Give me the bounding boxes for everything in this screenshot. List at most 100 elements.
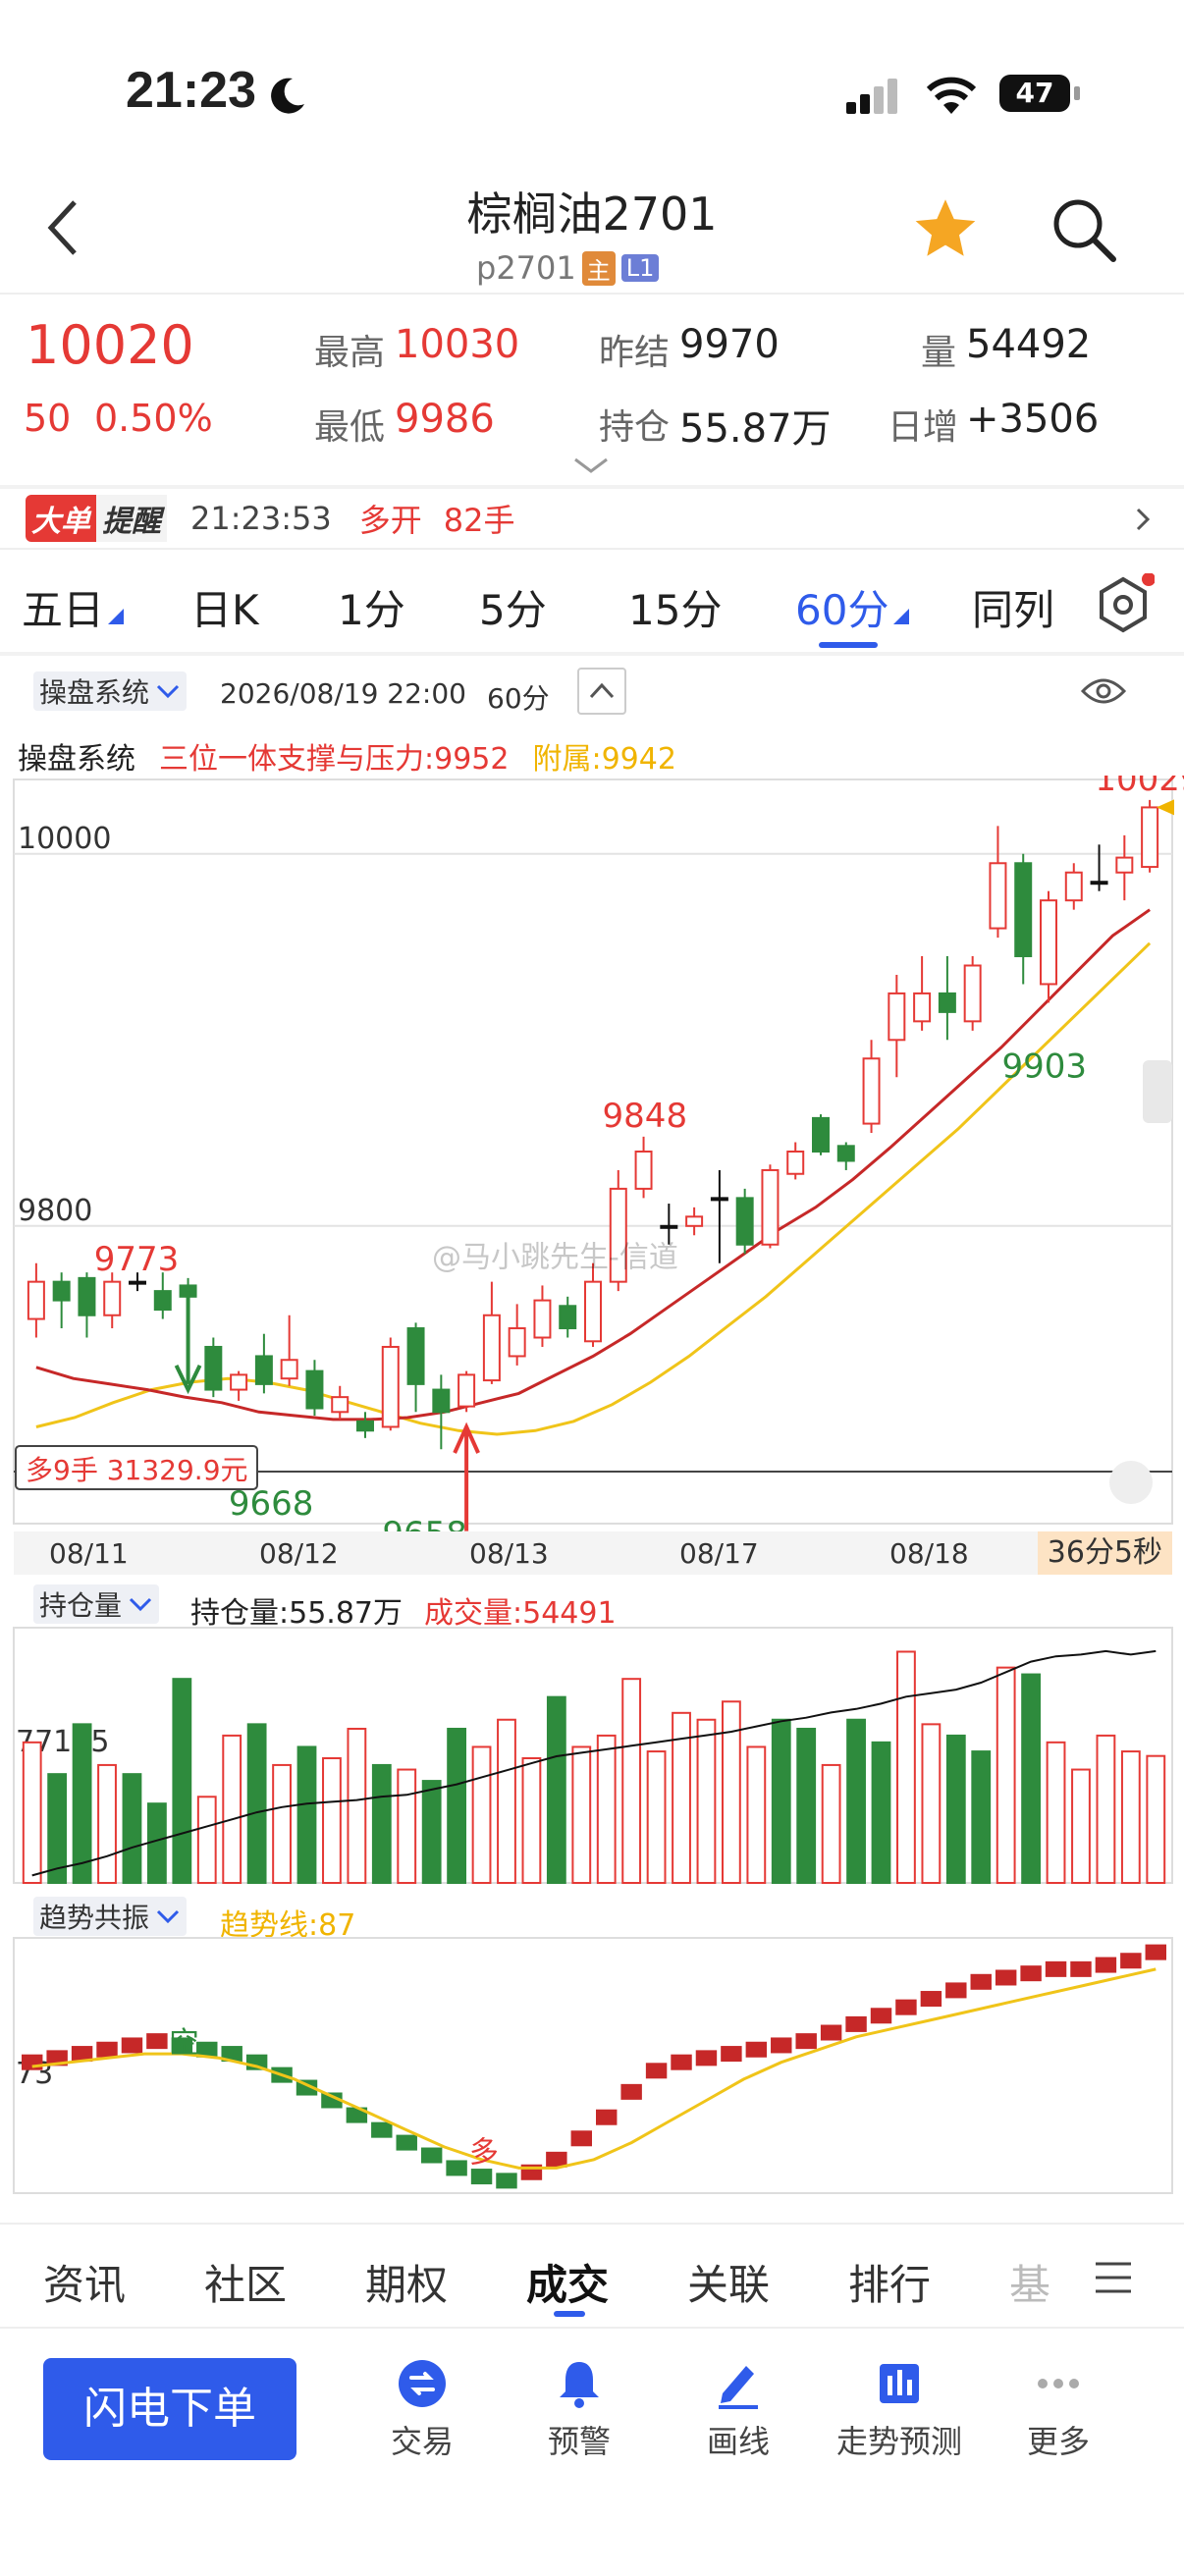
- tab-active-underline: [819, 642, 878, 648]
- flash-order-button[interactable]: 闪电下单: [43, 2358, 296, 2460]
- volume-label: 量: [921, 333, 957, 373]
- candle-body: [305, 1369, 324, 1410]
- peak-annotation: 9773: [94, 1240, 180, 1279]
- search-icon[interactable]: [1050, 196, 1119, 265]
- status-time: 21:23: [126, 62, 256, 119]
- trend-block: [870, 2008, 892, 2024]
- candle-body: [786, 1151, 805, 1175]
- candle-body: [634, 1151, 653, 1190]
- main-badge: 主: [581, 250, 616, 286]
- settings-hexagon-icon[interactable]: [1092, 573, 1155, 636]
- tab-five-day[interactable]: 五日: [22, 577, 104, 637]
- indicator-sub: 附属:9942: [532, 742, 676, 777]
- system-selector[interactable]: 操盘系统: [33, 671, 188, 711]
- action-forecast[interactable]: 走势预测: [833, 2358, 966, 2466]
- volume-bar: [746, 1745, 767, 1884]
- expand-chevron-icon[interactable]: [571, 456, 611, 475]
- candlestick-chart[interactable]: 1000098001002998489773966896589903多9手 31…: [0, 776, 1184, 1541]
- tab-same-column[interactable]: 同列: [972, 577, 1054, 637]
- alert-tag: 大单: [26, 495, 96, 542]
- action-bar: 闪电下单 交易 预警 画线 走势预测 更多: [0, 2327, 1184, 2576]
- x-tick-label: 08/17: [679, 1537, 759, 1570]
- short-signal-label: 空: [170, 2026, 199, 2061]
- volume-panel-header: 持仓量 持仓量:55.87万 成交量:54491: [0, 1583, 1184, 1631]
- chevron-right-icon[interactable]: [1135, 507, 1151, 532]
- collapse-button[interactable]: [577, 668, 626, 715]
- tab-trades[interactable]: 成交: [526, 2252, 609, 2312]
- candle-body: [204, 1345, 223, 1391]
- candle-body: [913, 992, 932, 1023]
- tab-related[interactable]: 关联: [687, 2252, 770, 2312]
- candle-body: [963, 964, 982, 1023]
- action-more-label: 更多: [1026, 2423, 1090, 2460]
- trend-selector[interactable]: 趋势共振: [33, 1897, 188, 1936]
- trend-line: [31, 1967, 1157, 2170]
- high-value: 10030: [395, 322, 520, 367]
- tab-basis[interactable]: 基: [1009, 2252, 1050, 2312]
- action-trade[interactable]: 交易: [373, 2358, 471, 2466]
- tab-options[interactable]: 期权: [365, 2252, 448, 2312]
- candle-body: [735, 1197, 754, 1246]
- page-title: 棕榈油2701: [466, 188, 718, 241]
- volume-chart[interactable]: 77165: [0, 1626, 1184, 1891]
- tab-15min[interactable]: 15分: [628, 577, 722, 637]
- volume-bar: [447, 1727, 467, 1885]
- candle-body: [812, 1116, 830, 1154]
- candle-body: [584, 1280, 602, 1343]
- volume-bar: [222, 1734, 242, 1884]
- volume-value: 54492: [966, 322, 1092, 367]
- battery-level: 47: [1015, 77, 1054, 109]
- alert-label: 提醒: [96, 495, 167, 542]
- chart-toolbar: 操盘系统 2026/08/19 22:00 60分: [0, 658, 1184, 736]
- price-change-pct: 0.50%: [94, 397, 213, 440]
- prev-settle-value: 9970: [679, 322, 780, 367]
- trend-block: [820, 2024, 842, 2041]
- star-icon[interactable]: [911, 194, 980, 263]
- action-more[interactable]: 更多: [1009, 2358, 1107, 2466]
- tab-community[interactable]: 社区: [204, 2252, 287, 2312]
- volume-bar: [921, 1723, 942, 1885]
- tab-5min[interactable]: 5分: [479, 577, 547, 637]
- trend-block: [1145, 1944, 1166, 1960]
- trend-block: [396, 2134, 417, 2151]
- alert-time: 21:23:53: [190, 500, 332, 537]
- candle-body: [938, 992, 956, 1013]
- candle-body: [331, 1396, 350, 1414]
- candle-body: [129, 1280, 146, 1285]
- action-draw[interactable]: 画线: [689, 2358, 787, 2466]
- tab-1min[interactable]: 1分: [338, 577, 405, 637]
- trend-block: [22, 2054, 43, 2070]
- trend-chart[interactable]: 73空多: [0, 1936, 1184, 2201]
- menu-icon[interactable]: [1092, 2258, 1135, 2297]
- candle-body: [836, 1145, 855, 1162]
- candle-body: [103, 1280, 122, 1316]
- big-order-alert[interactable]: 大单 提醒 21:23:53 多开 82手: [0, 489, 1184, 548]
- alert-action: 多开: [358, 502, 422, 539]
- oi-selector[interactable]: 持仓量: [33, 1584, 160, 1624]
- volume-bar: [696, 1718, 717, 1884]
- volume-bar: [521, 1757, 542, 1884]
- bell-icon: [560, 2362, 599, 2408]
- candle-body: [230, 1373, 248, 1391]
- trend-block: [371, 2121, 393, 2138]
- trend-block: [895, 1999, 917, 2015]
- daily-inc-label: 日增: [888, 407, 959, 448]
- low-annotation: 9903: [1001, 1047, 1087, 1087]
- watermark: @马小跳先生-信道: [432, 1240, 678, 1274]
- action-alert[interactable]: 预警: [530, 2358, 628, 2466]
- volume-bar: [146, 1802, 167, 1885]
- chevron-down-icon: [156, 1909, 180, 1924]
- tab-ranking[interactable]: 排行: [848, 2252, 931, 2312]
- sell-arrow: [174, 1291, 202, 1395]
- tab-news[interactable]: 资讯: [43, 2252, 126, 2312]
- contract-code-row: p2701 主 L1: [476, 249, 660, 287]
- eye-icon[interactable]: [1080, 673, 1127, 709]
- candle-body: [1090, 881, 1108, 886]
- candle-body: [482, 1314, 501, 1382]
- tab-60min[interactable]: 60分: [795, 577, 888, 637]
- dropdown-triangle-icon: [108, 609, 124, 624]
- ma-yellow-line: [35, 941, 1152, 1436]
- tab-day-k[interactable]: 日K: [190, 577, 259, 637]
- chart-datetime: 2026/08/19 22:00: [220, 677, 466, 710]
- trend-block: [945, 1982, 967, 1999]
